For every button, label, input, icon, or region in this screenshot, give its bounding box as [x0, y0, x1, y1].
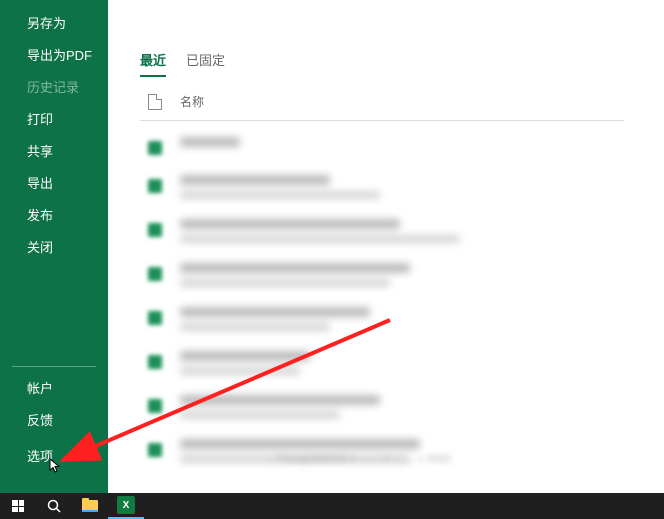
- list-item[interactable]: [140, 341, 624, 385]
- sidebar-item-label: 选项: [27, 446, 53, 465]
- file-text: [180, 263, 616, 287]
- sidebar-item-label: 反馈: [27, 410, 53, 429]
- sidebar-item-4[interactable]: 共享: [0, 134, 108, 166]
- file-text: [180, 351, 616, 375]
- sidebar-item-6[interactable]: 发布: [0, 198, 108, 230]
- sidebar-item-label: 帐户: [27, 378, 53, 397]
- tabs-bar: 最近已固定: [140, 50, 664, 77]
- excel-file-icon: [148, 223, 162, 237]
- sidebar-item-label: 发布: [27, 205, 53, 224]
- sidebar-item-label: 打印: [27, 109, 53, 128]
- excel-taskbar-button[interactable]: X: [108, 493, 144, 519]
- sidebar-item-2[interactable]: 历史记录: [0, 70, 108, 102]
- file-text: [180, 395, 616, 419]
- excel-file-icon: [148, 179, 162, 193]
- sidebar-item-label: 关闭: [27, 237, 53, 256]
- sidebar-item-label: 历史记录: [27, 77, 79, 96]
- sidebar-bottom-item-1[interactable]: 反馈: [0, 403, 108, 435]
- search-icon: [47, 499, 61, 513]
- list-item[interactable]: [140, 127, 624, 165]
- excel-file-icon: [148, 443, 162, 457]
- list-header: 名称: [140, 93, 624, 121]
- sidebar-item-7[interactable]: 关闭: [0, 230, 108, 262]
- excel-file-icon: [148, 311, 162, 325]
- list-item[interactable]: [140, 209, 624, 253]
- tab-0[interactable]: 最近: [140, 50, 166, 77]
- backstage-sidebar: 另存为导出为PDF 历史记录打印共享导出发布关闭 帐户反馈 选项: [0, 0, 108, 493]
- main-content: 最近已固定 名称 …\Yunqishi2019 » …… » …… » 2021: [108, 0, 664, 493]
- excel-icon: X: [117, 496, 135, 514]
- file-list: [140, 127, 664, 473]
- list-item[interactable]: [140, 385, 624, 429]
- folder-icon: [82, 500, 98, 512]
- sidebar-item-label: 另存为: [27, 13, 66, 32]
- sidebar-item-1[interactable]: 导出为PDF: [0, 38, 108, 70]
- start-button[interactable]: [0, 493, 36, 519]
- file-text: [180, 219, 616, 243]
- file-text: [180, 137, 616, 153]
- sidebar-bottom-item-0[interactable]: 帐户: [0, 371, 108, 403]
- sidebar-item-options[interactable]: 选项: [0, 439, 108, 471]
- list-item[interactable]: [140, 253, 624, 297]
- sidebar-item-label: 导出: [27, 173, 53, 192]
- list-item[interactable]: [140, 165, 624, 209]
- file-text: [180, 175, 616, 199]
- file-text: [180, 307, 616, 331]
- sidebar-separator: [12, 366, 96, 367]
- tab-1[interactable]: 已固定: [186, 50, 225, 77]
- blurred-path: …\Yunqishi2019 » …… » …… » 2021: [266, 453, 451, 465]
- sidebar-item-3[interactable]: 打印: [0, 102, 108, 134]
- file-explorer-button[interactable]: [72, 493, 108, 519]
- excel-file-icon: [148, 141, 162, 155]
- list-item[interactable]: [140, 429, 624, 473]
- sidebar-item-label: 共享: [27, 141, 53, 160]
- excel-file-icon: [148, 355, 162, 369]
- windows-icon: [12, 500, 24, 512]
- list-item[interactable]: [140, 297, 624, 341]
- excel-file-icon: [148, 267, 162, 281]
- sidebar-item-5[interactable]: 导出: [0, 166, 108, 198]
- document-icon: [148, 94, 162, 110]
- excel-file-icon: [148, 399, 162, 413]
- column-name: 名称: [180, 93, 204, 110]
- taskbar: X: [0, 493, 664, 519]
- sidebar-item-0[interactable]: 另存为: [0, 6, 108, 38]
- taskbar-search[interactable]: [36, 493, 72, 519]
- sidebar-item-label: 导出为PDF: [27, 45, 92, 64]
